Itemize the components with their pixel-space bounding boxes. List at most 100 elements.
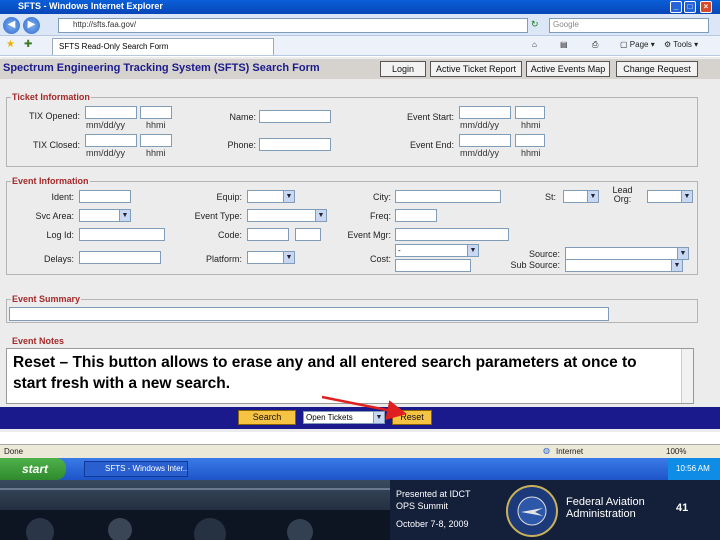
zoom-level[interactable]: 100% bbox=[666, 447, 686, 456]
tab-sfts-search[interactable]: SFTS Read-Only Search Form bbox=[52, 38, 274, 55]
active-ticket-report-button[interactable]: Active Ticket Report bbox=[430, 61, 522, 77]
page-menu[interactable]: ▢ Page ▾ bbox=[620, 40, 655, 49]
app-header: Spectrum Engineering Tracking System (SF… bbox=[0, 59, 720, 79]
tix-closed-date-input[interactable] bbox=[85, 134, 137, 147]
system-clock: 10:56 AM bbox=[668, 458, 720, 480]
refresh-icon[interactable]: ↻ bbox=[531, 19, 539, 30]
control-tower-photo bbox=[0, 480, 390, 540]
status-bar: Done ◍ Internet 100% bbox=[0, 444, 720, 458]
platform-select[interactable]: ▼ bbox=[247, 251, 295, 264]
event-start-date-input[interactable] bbox=[459, 106, 511, 119]
start-button[interactable]: start bbox=[0, 458, 66, 480]
event-end-time-input[interactable] bbox=[515, 134, 545, 147]
faa-seal-logo bbox=[506, 485, 558, 537]
tix-opened-date-input[interactable] bbox=[85, 106, 137, 119]
st-label: St: bbox=[544, 192, 556, 202]
ident-input[interactable] bbox=[79, 190, 131, 203]
delays-label: Delays: bbox=[43, 254, 74, 264]
event-mgr-label: Event Mgr: bbox=[347, 230, 391, 240]
feeds-icon[interactable]: ▤ bbox=[560, 40, 568, 49]
close-icon[interactable]: × bbox=[700, 1, 712, 13]
event-notes-legend: Event Notes bbox=[11, 336, 66, 346]
search-input[interactable]: Google bbox=[549, 18, 709, 33]
st-select[interactable]: ▼ bbox=[563, 190, 599, 203]
textarea-scrollbar[interactable] bbox=[681, 349, 693, 403]
svc-area-label: Svc Area: bbox=[35, 211, 74, 221]
time-format-hint: hhmi bbox=[146, 120, 166, 130]
window-title-bar: SFTS - Windows Internet Explorer _ □ × bbox=[0, 0, 720, 14]
event-type-label: Event Type: bbox=[194, 211, 242, 221]
freq-label: Freq: bbox=[369, 211, 391, 221]
sub-source-select[interactable]: ▼ bbox=[565, 259, 683, 272]
maximize-icon[interactable]: □ bbox=[684, 1, 696, 13]
taskbar-item-ie[interactable]: SFTS - Windows Inter... bbox=[84, 461, 188, 477]
freq-input[interactable] bbox=[395, 209, 437, 222]
cost-input[interactable] bbox=[395, 259, 471, 272]
event-type-select[interactable]: ▼ bbox=[247, 209, 327, 222]
time-format-hint: hhmi bbox=[146, 148, 166, 158]
back-icon[interactable]: ◀ bbox=[3, 17, 20, 34]
chevron-down-icon: ▼ bbox=[587, 191, 598, 202]
tix-opened-time-input[interactable] bbox=[140, 106, 172, 119]
minimize-icon[interactable]: _ bbox=[670, 1, 682, 13]
chevron-down-icon: ▼ bbox=[681, 191, 692, 202]
sub-source-label: Sub Source: bbox=[510, 260, 560, 270]
event-summary-legend: Event Summary bbox=[11, 294, 82, 304]
cost-operator-select[interactable]: - ▼ bbox=[395, 244, 479, 257]
globe-icon: ◍ bbox=[543, 446, 550, 455]
svc-area-select[interactable]: ▼ bbox=[79, 209, 131, 222]
arrow-pointer-icon bbox=[321, 395, 407, 420]
agency-name: Federal Aviation Administration bbox=[566, 496, 645, 520]
event-end-date-input[interactable] bbox=[459, 134, 511, 147]
event-start-label: Event Start: bbox=[406, 112, 454, 122]
status-text: Done bbox=[4, 447, 24, 456]
favorites-star-icon[interactable]: ★ bbox=[6, 39, 15, 50]
code-label: Code: bbox=[217, 230, 242, 240]
tools-menu[interactable]: ⚙ Tools ▾ bbox=[664, 40, 698, 49]
reset-explanation-callout: Reset – This button allows to erase any … bbox=[13, 354, 637, 392]
print-icon[interactable]: ⎙ bbox=[592, 40, 598, 50]
page-content: Spectrum Engineering Tracking System (SF… bbox=[0, 57, 720, 432]
forward-icon[interactable]: ▶ bbox=[23, 17, 40, 34]
event-mgr-input[interactable] bbox=[395, 228, 509, 241]
event-summary-input[interactable] bbox=[9, 307, 609, 321]
search-button[interactable]: Search bbox=[238, 410, 296, 425]
equip-select[interactable]: ▼ bbox=[247, 190, 295, 203]
address-input[interactable]: http://sfts.faa.gov/ bbox=[58, 18, 528, 33]
event-end-label: Event End: bbox=[409, 140, 454, 150]
code-input[interactable] bbox=[247, 228, 289, 241]
add-favorite-icon[interactable]: ✚ bbox=[24, 39, 32, 50]
lead-org-select[interactable]: ▼ bbox=[647, 190, 693, 203]
tix-closed-time-input[interactable] bbox=[140, 134, 172, 147]
slide-footer: Presented at IDCT OPS Summit October 7-8… bbox=[0, 480, 720, 540]
name-input[interactable] bbox=[259, 110, 331, 123]
login-button[interactable]: Login bbox=[380, 61, 426, 77]
event-information-legend: Event Information bbox=[11, 176, 90, 186]
app-title: Spectrum Engineering Tracking System (SF… bbox=[3, 62, 320, 74]
date-format-hint: mm/dd/yy bbox=[86, 120, 126, 130]
delays-input[interactable] bbox=[79, 251, 161, 264]
event-start-time-input[interactable] bbox=[515, 106, 545, 119]
log-id-input[interactable] bbox=[79, 228, 165, 241]
address-toolbar: ◀ ▶ http://sfts.faa.gov/ ↻ Google bbox=[0, 14, 720, 36]
change-request-button[interactable]: Change Request bbox=[616, 61, 698, 77]
city-input[interactable] bbox=[395, 190, 501, 203]
chevron-down-icon: ▼ bbox=[119, 210, 130, 221]
chevron-down-icon: ▼ bbox=[467, 245, 478, 256]
active-events-map-button[interactable]: Active Events Map bbox=[526, 61, 610, 77]
code-suffix-input[interactable] bbox=[295, 228, 321, 241]
taskbar: start SFTS - Windows Inter... 10:56 AM bbox=[0, 458, 720, 480]
date-format-hint: mm/dd/yy bbox=[460, 148, 500, 158]
phone-input[interactable] bbox=[259, 138, 331, 151]
security-zone: Internet bbox=[556, 447, 584, 456]
source-label: Source: bbox=[528, 249, 560, 259]
tab-bar: ★ ✚ SFTS Read-Only Search Form ⌂ ▤ ⎙ ▢ P… bbox=[0, 36, 720, 56]
ident-label: Ident: bbox=[51, 192, 74, 202]
slide-number: 41 bbox=[676, 502, 689, 514]
chevron-down-icon: ▼ bbox=[671, 260, 682, 271]
chevron-down-icon: ▼ bbox=[283, 252, 294, 263]
chevron-down-icon: ▼ bbox=[315, 210, 326, 221]
home-icon[interactable]: ⌂ bbox=[532, 40, 537, 49]
cost-operator-value: - bbox=[398, 246, 401, 255]
equip-label: Equip: bbox=[216, 192, 242, 202]
